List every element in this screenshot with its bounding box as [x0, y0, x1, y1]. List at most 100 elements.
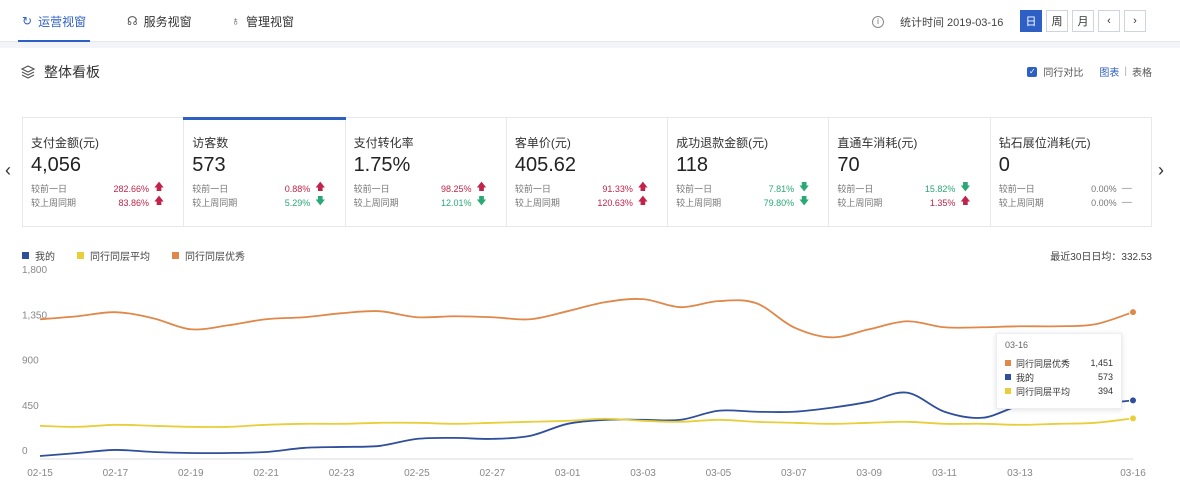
x-tick-label: 02-19 [178, 468, 204, 479]
compare-label: 较前一日 [837, 184, 874, 194]
metric-card[interactable]: 钻石展位消耗(元) 0 较前一日 0.00% — 较上周同期 0.00% — [991, 118, 1151, 226]
metric-value: 4,056 [31, 154, 82, 176]
metric-value: 118 [676, 154, 709, 176]
metric-compare-row: 较上周同期 12.01% 🡇 [354, 196, 506, 209]
y-tick-label: 1,800 [22, 265, 47, 276]
compare-label: 较前一日 [353, 184, 390, 194]
metric-title: 访客数 [192, 136, 229, 150]
metric-value: 573 [192, 154, 226, 176]
metric-compare-row: 较上周同期 83.86% 🡅 [31, 196, 183, 209]
arrow-down-icon: 🡇 [798, 196, 810, 207]
tooltip-series-name: 我的 [1016, 372, 1035, 383]
metrics-prev-arrow[interactable]: ‹ [5, 160, 11, 181]
compare-label: 较前一日 [31, 184, 68, 194]
compare-label: 较上周同期 [998, 198, 1044, 208]
compare-checkbox[interactable]: ✓ [1027, 66, 1038, 77]
panel-title: 整体看板 [44, 64, 100, 80]
tooltip-date: 03-16 [1005, 340, 1029, 350]
metric-card[interactable]: 支付金额(元) 4,056 较前一日 282.66% 🡅 较上周同期 83.86… [23, 118, 185, 226]
metric-title: 成功退款金额(元) [676, 136, 769, 150]
metric-card[interactable]: 客单价(元) 405.62 较前一日 91.33% 🡅 较上周同期 120.63… [507, 118, 669, 226]
chart-tooltip: 03-16 同行同层优秀 1,451 我的 573 同行同层平均 394 [996, 333, 1122, 409]
y-tick-label: 450 [22, 401, 39, 412]
metric-title: 客单价(元) [514, 136, 571, 150]
compare-label: 较上周同期 [676, 198, 722, 208]
x-tick-label: 03-05 [706, 468, 732, 479]
x-tick-label: 02-21 [253, 468, 279, 479]
stat-time: i 统计时间 2019-03-16 [872, 14, 1003, 30]
compare-label: 较上周同期 [192, 198, 238, 208]
compare-percent: 79.80% [763, 197, 795, 208]
tooltip-value: 394 [1097, 386, 1113, 396]
series-point[interactable] [1129, 308, 1137, 317]
metric-card[interactable]: 直通车消耗(元) 70 较前一日 15.82% 🡇 较上周同期 1.35% 🡅 [829, 118, 991, 226]
tooltip-value: 1,451 [1090, 358, 1113, 368]
compare-percent: 91.33% [602, 183, 633, 194]
metric-title: 直通车消耗(元) [837, 136, 918, 150]
x-tick-label: 02-15 [27, 468, 53, 479]
y-tick-label: 0 [22, 446, 28, 457]
view-chart-link[interactable]: 图表 [1099, 64, 1119, 79]
compare-percent: 282.66% [113, 183, 149, 194]
x-tick-label: 02-27 [479, 468, 505, 479]
compare-percent: 98.25% [441, 183, 472, 194]
metric-cards: 支付金额(元) 4,056 较前一日 282.66% 🡅 较上周同期 83.86… [22, 117, 1152, 227]
x-tick-label: 02-25 [404, 468, 430, 479]
tab-label: 管理视窗 [246, 14, 295, 29]
period-month-button[interactable]: 月 [1072, 10, 1094, 32]
metric-compare-row: 较上周同期 120.63% 🡅 [515, 196, 667, 209]
tooltip-row: 我的 573 [1005, 370, 1113, 384]
prev-date-button[interactable]: ‹ [1098, 10, 1120, 32]
tooltip-swatch [1005, 388, 1011, 394]
tooltip-row: 同行同层优秀 1,451 [1005, 356, 1113, 370]
series-line-best[interactable] [39, 298, 1134, 339]
compare-percent: 7.81% [768, 183, 795, 194]
compare-percent: 12.01% [441, 197, 472, 208]
period-day-button[interactable]: 日 [1020, 10, 1042, 32]
arrow-down-icon: 🡇 [315, 196, 326, 207]
headset-icon: ☊ [127, 14, 138, 28]
metric-card[interactable]: 访客数 573 较前一日 0.88% 🡅 较上周同期 5.29% 🡇 [183, 117, 346, 226]
tab-management[interactable]: ♁ 管理视窗 [231, 0, 294, 42]
y-tick-label: 900 [22, 356, 39, 367]
x-tick-label: 03-11 [932, 468, 957, 479]
series-line-average[interactable] [39, 417, 1134, 428]
x-tick-label: 03-16 [1120, 468, 1146, 479]
x-tick-label: 02-17 [103, 468, 129, 479]
x-tick-label: 03-07 [781, 468, 807, 479]
series-point[interactable] [1129, 414, 1137, 423]
period-week-button[interactable]: 周 [1046, 10, 1068, 32]
arrow-up-icon: 🡅 [637, 196, 648, 207]
metric-compare-row: 较前一日 0.00% — [999, 182, 1151, 195]
info-icon[interactable]: i [872, 16, 884, 28]
compare-percent: 0.00% [1091, 197, 1117, 208]
metric-value: 0 [998, 154, 1010, 176]
series-point[interactable] [1129, 396, 1137, 405]
arrow-up-icon: 🡅 [960, 196, 971, 207]
x-tick-label: 03-09 [856, 468, 882, 479]
metrics-next-arrow[interactable]: › [1158, 160, 1164, 181]
layers-icon [20, 65, 36, 79]
tooltip-series-name: 同行同层平均 [1016, 386, 1071, 397]
compare-label: 较前一日 [514, 184, 551, 194]
tooltip-series-name: 同行同层优秀 [1016, 358, 1071, 369]
metric-title: 钻石展位消耗(元) [998, 136, 1091, 150]
panel-header: 整体看板 [20, 62, 100, 82]
tooltip-swatch [1005, 360, 1011, 366]
compare-percent: 1.35% [929, 197, 956, 208]
tab-service[interactable]: ☊ 服务视窗 [127, 0, 192, 42]
view-table-link[interactable]: 表格 [1132, 64, 1152, 79]
compare-percent: 15.82% [924, 183, 956, 194]
metric-card[interactable]: 支付转化率 1.75% 较前一日 98.25% 🡅 较上周同期 12.01% 🡇 [346, 118, 507, 226]
tab-label: 服务视窗 [143, 14, 192, 29]
compare-percent: 0.88% [284, 183, 311, 194]
arrow-down-icon: 🡇 [476, 196, 487, 207]
next-date-button[interactable]: › [1124, 10, 1146, 32]
tab-operations[interactable]: ↻ 运营视窗 [17, 0, 91, 42]
top-nav: ↻ 运营视窗 ☊ 服务视窗 ♁ 管理视窗 i 统计时间 2019-03-16 日… [0, 0, 1180, 42]
medal-icon: ♁ [231, 14, 240, 28]
compare-percent: 120.63% [597, 197, 633, 208]
view-controls: ✓ 同行对比 图表 | 表格 [1027, 64, 1152, 79]
metric-card[interactable]: 成功退款金额(元) 118 较前一日 7.81% 🡇 较上周同期 79.80% … [668, 118, 830, 226]
compare-label[interactable]: 同行对比 [1043, 64, 1083, 79]
